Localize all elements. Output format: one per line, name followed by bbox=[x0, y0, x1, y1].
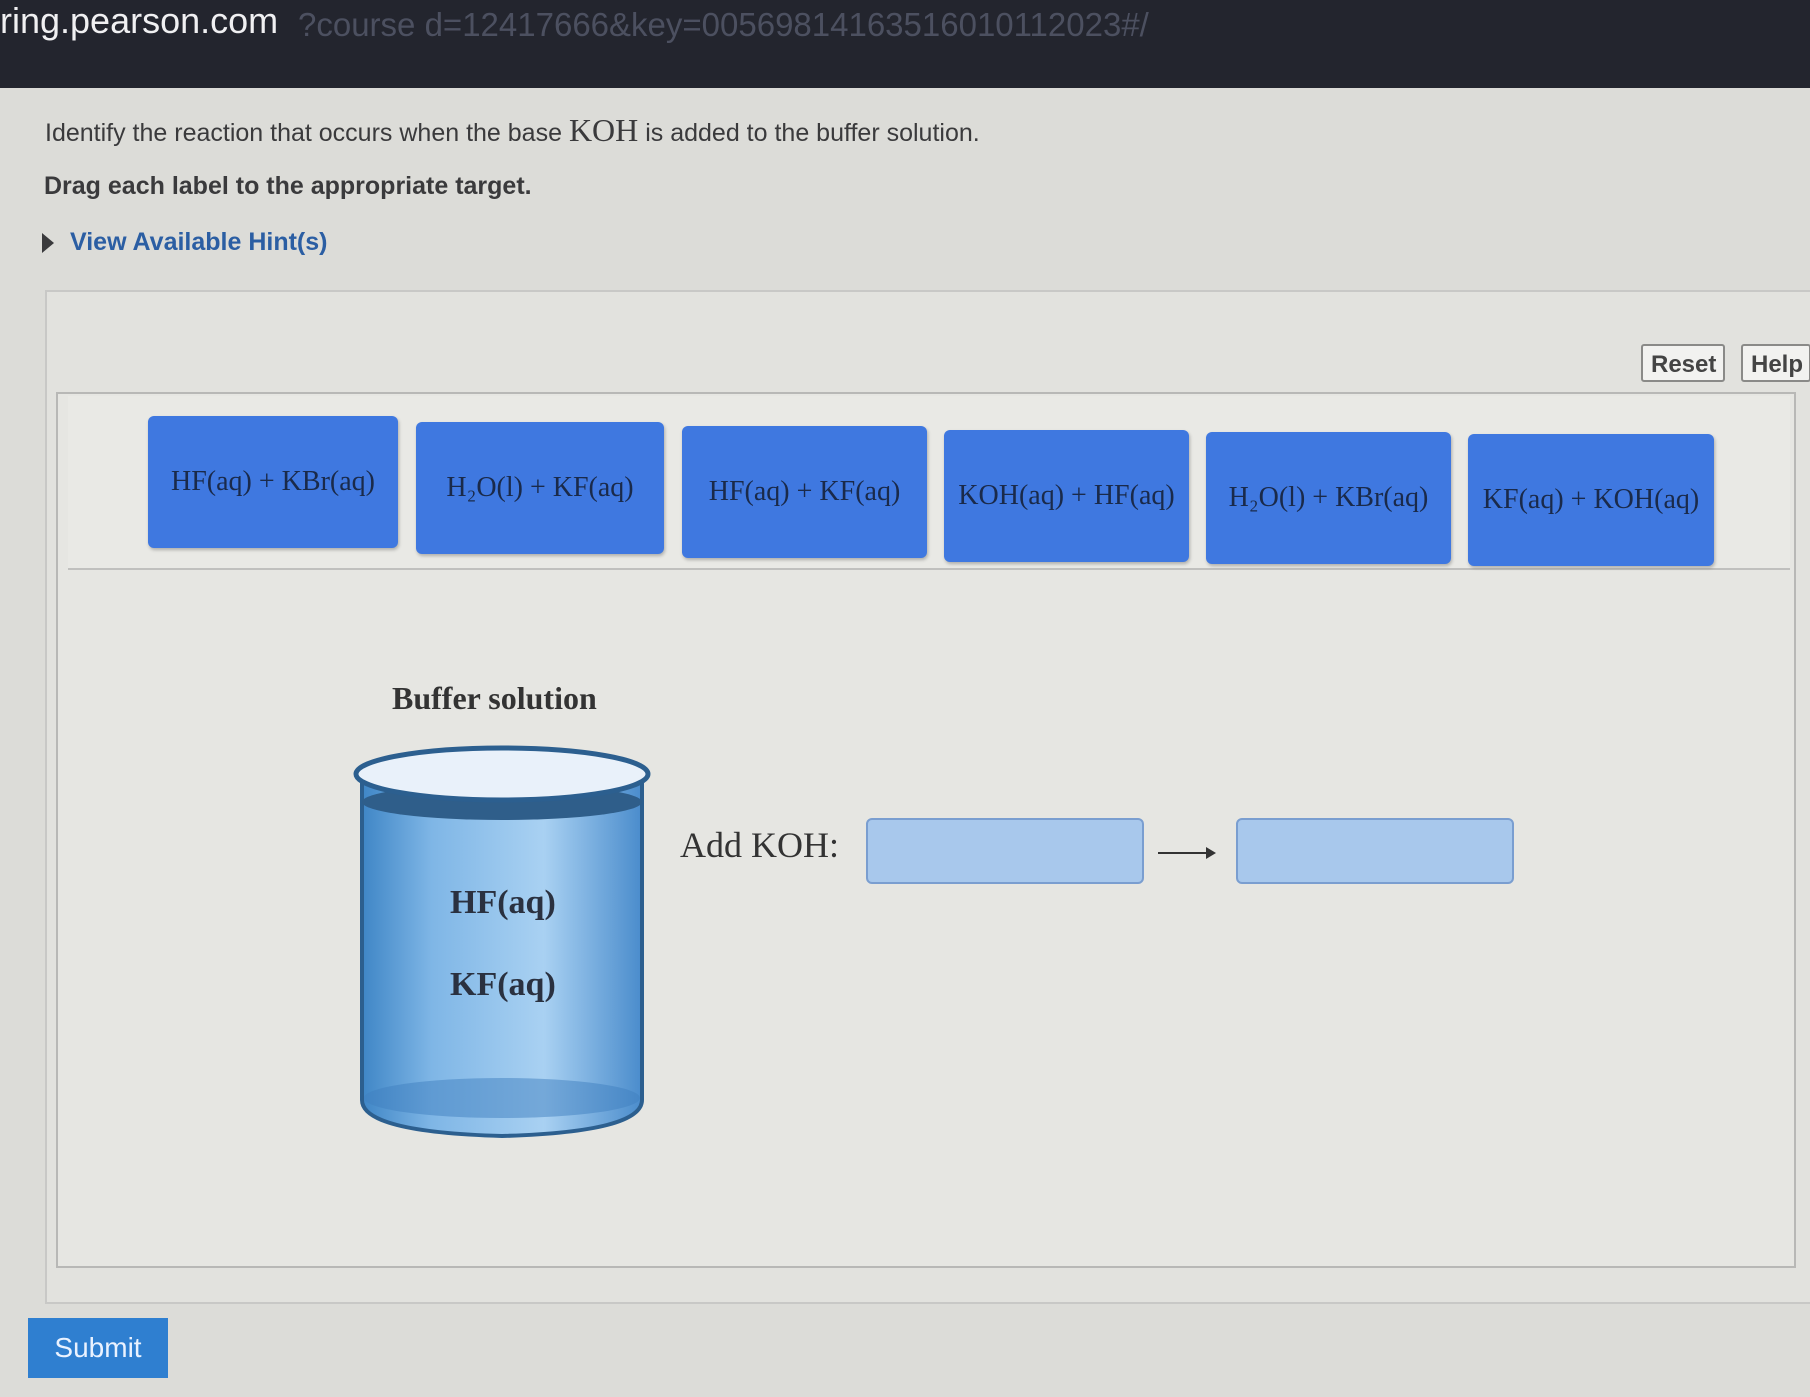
koh-formula: KOH bbox=[568, 112, 639, 148]
view-hints-link[interactable]: View Available Hint(s) bbox=[42, 228, 327, 257]
label-chip[interactable]: KF(aq) + KOH(aq) bbox=[1468, 434, 1714, 566]
expand-triangle-icon bbox=[42, 232, 54, 253]
label-chip[interactable]: H₂O(l) + KF(aq) bbox=[416, 422, 664, 554]
beaker-title: Buffer solution bbox=[392, 680, 597, 716]
add-koh-label: Add KOH: bbox=[680, 825, 839, 865]
url-host: ring.pearson.com bbox=[0, 0, 279, 41]
browser-url-bar[interactable]: ring.pearson.com ?course d=12417666&key=… bbox=[0, 0, 1810, 88]
beaker-content-kf: KF(aq) bbox=[450, 966, 556, 1003]
reaction-arrow-icon bbox=[1158, 847, 1216, 859]
url-path: ?course d=12417666&key=00569814163516010… bbox=[298, 6, 1149, 43]
reactants-drop-target[interactable] bbox=[866, 818, 1144, 884]
label-chip[interactable]: HF(aq) + KF(aq) bbox=[682, 426, 927, 558]
label-chip[interactable]: HF(aq) + KBr(aq) bbox=[148, 416, 398, 548]
submit-button[interactable]: Submit bbox=[28, 1318, 168, 1378]
products-drop-target[interactable] bbox=[1236, 818, 1514, 884]
label-chip[interactable]: KOH(aq) + HF(aq) bbox=[944, 430, 1189, 562]
beaker-content-hf: HF(aq) bbox=[450, 884, 556, 921]
label-chip[interactable]: H₂O(l) + KBr(aq) bbox=[1206, 432, 1451, 564]
help-button[interactable]: Help bbox=[1741, 344, 1810, 382]
question-text: Identify the reaction that occurs when t… bbox=[45, 112, 980, 148]
hint-label: View Available Hint(s) bbox=[70, 228, 328, 256]
instruction-text: Drag each label to the appropriate targe… bbox=[44, 172, 532, 200]
reset-button[interactable]: Reset bbox=[1641, 344, 1725, 382]
beaker-image bbox=[353, 745, 651, 1139]
